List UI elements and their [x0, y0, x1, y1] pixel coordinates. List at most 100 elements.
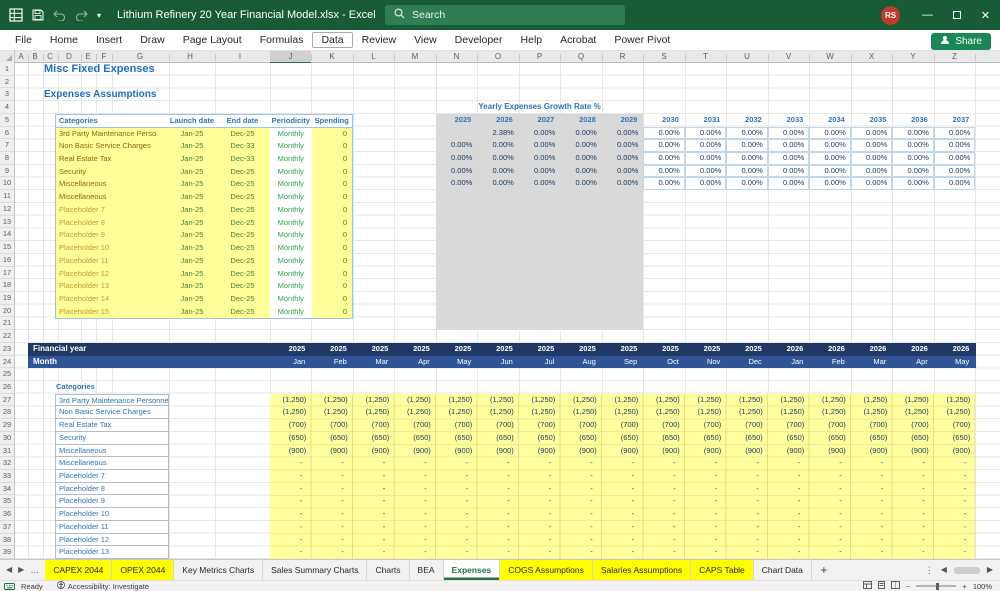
growth-rate-cell[interactable]: 0.00% — [767, 126, 810, 140]
row-header-21[interactable]: 21 — [0, 317, 14, 331]
monthly-value-cell[interactable]: - — [892, 521, 934, 534]
growth-rate-cell[interactable]: 0.00% — [436, 165, 478, 178]
ribbon-tab-view[interactable]: View — [405, 32, 446, 48]
column-header-y[interactable]: Y — [910, 51, 915, 63]
cell-end-date[interactable]: Dec-25 — [215, 216, 270, 230]
row-header-17[interactable]: 17 — [0, 267, 14, 280]
column-header-u[interactable]: U — [744, 51, 750, 63]
row-header-16[interactable]: 16 — [0, 254, 14, 267]
zoom-in-button[interactable]: + — [962, 582, 966, 591]
month-cell[interactable]: Jan — [270, 356, 312, 369]
growth-year-header[interactable]: 2030 — [643, 114, 685, 127]
column-header-a[interactable]: A — [18, 51, 23, 63]
monthly-value-cell[interactable]: - — [477, 521, 519, 534]
monthly-value-cell[interactable]: - — [934, 508, 976, 521]
row-header-23[interactable]: 23 — [0, 343, 14, 356]
monthly-value-cell[interactable]: - — [394, 546, 436, 559]
cell-periodicity[interactable]: Monthly — [270, 242, 312, 255]
monthly-value-cell[interactable]: (1,250) — [560, 406, 602, 419]
monthly-value-cell[interactable]: - — [809, 521, 851, 534]
monthly-value-cell[interactable]: (1,250) — [726, 406, 768, 419]
growth-year-header[interactable]: 2028 — [560, 114, 602, 127]
cell-launch-date[interactable]: Jan-25 — [169, 254, 215, 268]
month-cell[interactable]: Jan — [768, 356, 810, 369]
growth-rate-cell[interactable]: 0.00% — [933, 152, 976, 165]
monthly-value-cell[interactable]: - — [602, 508, 644, 521]
column-header-f[interactable]: F — [102, 51, 107, 63]
cell-end-date[interactable]: Dec-25 — [215, 292, 270, 306]
column-header-m[interactable]: M — [412, 51, 419, 63]
sheet-tab-charts[interactable]: Charts — [367, 560, 410, 580]
monthly-value-cell[interactable]: (650) — [394, 432, 436, 445]
row-header-30[interactable]: 30 — [0, 432, 14, 445]
accessibility-check-button[interactable]: Accessibility: Investigate — [56, 581, 149, 591]
cell-category[interactable]: Real Estate Tax — [56, 153, 169, 166]
cell-launch-date[interactable]: Jan-25 — [169, 267, 215, 281]
page-layout-view-icon[interactable] — [877, 581, 886, 591]
monthly-value-cell[interactable]: (900) — [768, 445, 810, 458]
cell-category[interactable]: Placeholder 14 — [56, 292, 169, 306]
normal-view-icon[interactable] — [863, 581, 873, 591]
new-sheet-button[interactable]: + — [812, 560, 836, 580]
column-header-g[interactable]: G — [137, 51, 143, 63]
cell-spending[interactable]: 0 — [311, 280, 352, 293]
column-header-v[interactable]: V — [786, 51, 791, 63]
cell-category[interactable]: Miscellaneous — [56, 191, 169, 204]
ribbon-tab-insert[interactable]: Insert — [87, 32, 131, 48]
monthly-value-cell[interactable]: (900) — [602, 445, 644, 458]
monthly-value-cell[interactable]: - — [436, 546, 478, 559]
growth-rate-cell[interactable]: 0.00% — [602, 139, 644, 152]
row-header-11[interactable]: 11 — [0, 190, 14, 203]
monthly-value-cell[interactable]: (700) — [685, 419, 727, 432]
sheet-tab-bea[interactable]: BEA — [410, 560, 444, 580]
monthly-value-cell[interactable]: - — [560, 508, 602, 521]
expense-category-cell[interactable]: Placeholder 8 — [55, 482, 169, 496]
monthly-value-cell[interactable]: - — [768, 470, 810, 483]
financial-year-cell[interactable]: 2025 — [519, 343, 561, 356]
monthly-value-cell[interactable]: (650) — [477, 432, 519, 445]
monthly-value-cell[interactable]: - — [643, 521, 685, 534]
cell-periodicity[interactable]: Monthly — [270, 203, 312, 217]
monthly-value-cell[interactable]: (650) — [560, 432, 602, 445]
monthly-value-cell[interactable]: - — [934, 534, 976, 547]
growth-rate-cell[interactable]: 0.00% — [767, 139, 810, 153]
monthly-value-cell[interactable]: (1,250) — [602, 406, 644, 419]
categories-label-cell[interactable]: Categories — [56, 381, 95, 394]
monthly-value-cell[interactable]: - — [768, 521, 810, 534]
monthly-value-cell[interactable]: - — [602, 457, 644, 470]
growth-rate-cell[interactable]: 0.00% — [809, 152, 851, 165]
monthly-value-cell[interactable]: - — [311, 546, 353, 559]
cell-periodicity[interactable]: Monthly — [270, 229, 312, 243]
row-header-37[interactable]: 37 — [0, 521, 14, 534]
expense-category-cell[interactable]: Placeholder 7 — [55, 470, 169, 483]
ribbon-tab-review[interactable]: Review — [353, 32, 405, 48]
monthly-value-cell[interactable]: (900) — [934, 445, 976, 458]
monthly-value-cell[interactable]: - — [519, 534, 561, 547]
monthly-value-cell[interactable]: - — [436, 483, 478, 496]
month-cell[interactable]: May — [436, 356, 478, 369]
monthly-value-cell[interactable]: - — [768, 546, 810, 559]
financial-year-cell[interactable]: 2025 — [311, 343, 353, 356]
row-header-36[interactable]: 36 — [0, 508, 14, 521]
monthly-value-cell[interactable]: (1,250) — [477, 394, 519, 407]
monthly-value-cell[interactable]: - — [436, 508, 478, 521]
monthly-value-cell[interactable]: (700) — [934, 419, 976, 432]
sheet-tab-caps-table[interactable]: CAPS Table — [691, 560, 754, 580]
section-title-cell[interactable]: Expenses Assumptions — [44, 88, 156, 101]
cell-end-date[interactable]: Dec-25 — [215, 127, 270, 141]
monthly-value-cell[interactable]: (900) — [436, 445, 478, 458]
cell-periodicity[interactable]: Monthly — [270, 254, 312, 268]
ribbon-tab-acrobat[interactable]: Acrobat — [551, 32, 605, 48]
financial-year-cell[interactable]: 2025 — [477, 343, 519, 356]
monthly-value-cell[interactable]: - — [726, 495, 768, 508]
monthly-value-cell[interactable]: - — [394, 495, 436, 508]
redo-button[interactable] — [75, 10, 88, 21]
financial-year-cell[interactable]: 2026 — [892, 343, 934, 356]
monthly-value-cell[interactable]: - — [311, 457, 353, 470]
monthly-value-cell[interactable]: (1,250) — [851, 394, 893, 407]
monthly-value-cell[interactable]: (900) — [353, 445, 395, 458]
cell-spending[interactable]: 0 — [311, 216, 352, 230]
column-header-t[interactable]: T — [703, 51, 708, 63]
growth-rate-cell[interactable]: 0.00% — [726, 164, 768, 178]
financial-year-cell[interactable]: 2026 — [934, 343, 976, 356]
